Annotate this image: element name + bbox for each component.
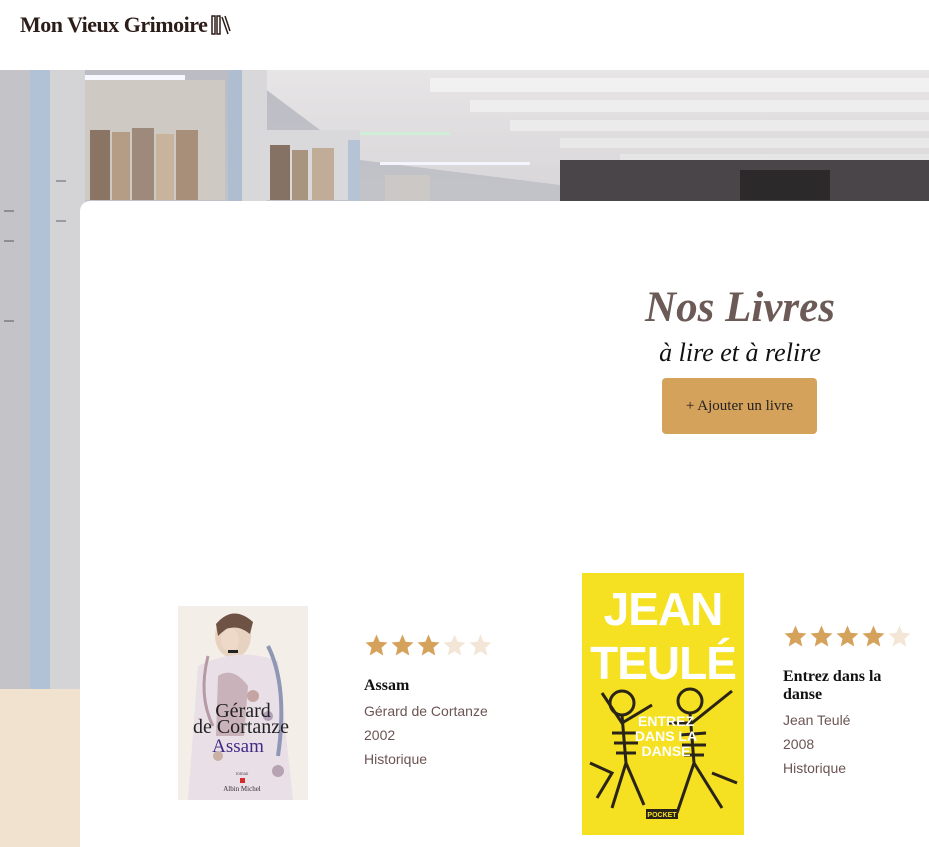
book-cover[interactable]: Gérard de Cortanze Assam roman Albin Mic… xyxy=(178,606,308,800)
cover-publisher: Albin Michel xyxy=(223,785,261,793)
book-genre: Historique xyxy=(364,751,428,767)
book-card[interactable]: Gérard de Cortanze Assam roman Albin Mic… xyxy=(178,571,518,811)
book-year: 2008 xyxy=(783,736,815,752)
star-filled-icon xyxy=(810,625,833,647)
book-cover[interactable]: JEAN TEULÉ ENTREZ DANS LA DANSE POCKET xyxy=(582,573,744,835)
cover-title-line1: ENTREZ xyxy=(638,713,694,729)
cover-title-line3: DANSE xyxy=(641,743,690,759)
star-filled-icon xyxy=(391,634,414,656)
star-empty-icon xyxy=(443,634,466,656)
star-filled-icon xyxy=(417,634,440,656)
star-filled-icon xyxy=(365,634,388,656)
book-genre: Historique xyxy=(783,760,847,776)
page-title: Nos Livres xyxy=(645,284,835,331)
page-subtitle: à lire et à relire xyxy=(659,338,821,367)
cover-author-first: JEAN xyxy=(604,583,723,635)
star-filled-icon xyxy=(836,625,859,647)
cover-title-line2: DANS LA xyxy=(635,728,697,744)
site-header: Mon Vieux Grimoire xyxy=(0,0,929,70)
book-title[interactable]: Entrez dans la danse xyxy=(783,668,923,704)
rating-stars xyxy=(364,633,493,658)
star-empty-icon xyxy=(888,625,911,647)
book-card[interactable]: JEAN TEULÉ ENTREZ DANS LA DANSE POCKET E… xyxy=(582,573,929,843)
star-filled-icon xyxy=(862,625,885,647)
cover-author-last: TEULÉ xyxy=(590,637,736,689)
book-title[interactable]: Assam xyxy=(364,677,514,695)
rating-stars xyxy=(783,624,912,649)
cover-genre: roman xyxy=(236,772,249,777)
add-book-button[interactable]: + Ajouter un livre xyxy=(662,378,817,434)
books-icon xyxy=(211,15,232,35)
cover-title: Assam xyxy=(212,736,264,757)
logo-text: Mon Vieux Grimoire xyxy=(20,12,208,37)
star-filled-icon xyxy=(784,625,807,647)
book-author: Gérard de Cortanze xyxy=(364,703,488,719)
cover-publisher: POCKET xyxy=(647,812,677,819)
books-section: Nos Livres à lire et à relire + Ajouter … xyxy=(80,201,929,847)
cover-author-last: de Cortanze xyxy=(193,716,289,738)
site-logo[interactable]: Mon Vieux Grimoire xyxy=(20,12,232,38)
book-author: Jean Teulé xyxy=(783,712,851,728)
star-empty-icon xyxy=(469,634,492,656)
book-year: 2002 xyxy=(364,727,396,743)
